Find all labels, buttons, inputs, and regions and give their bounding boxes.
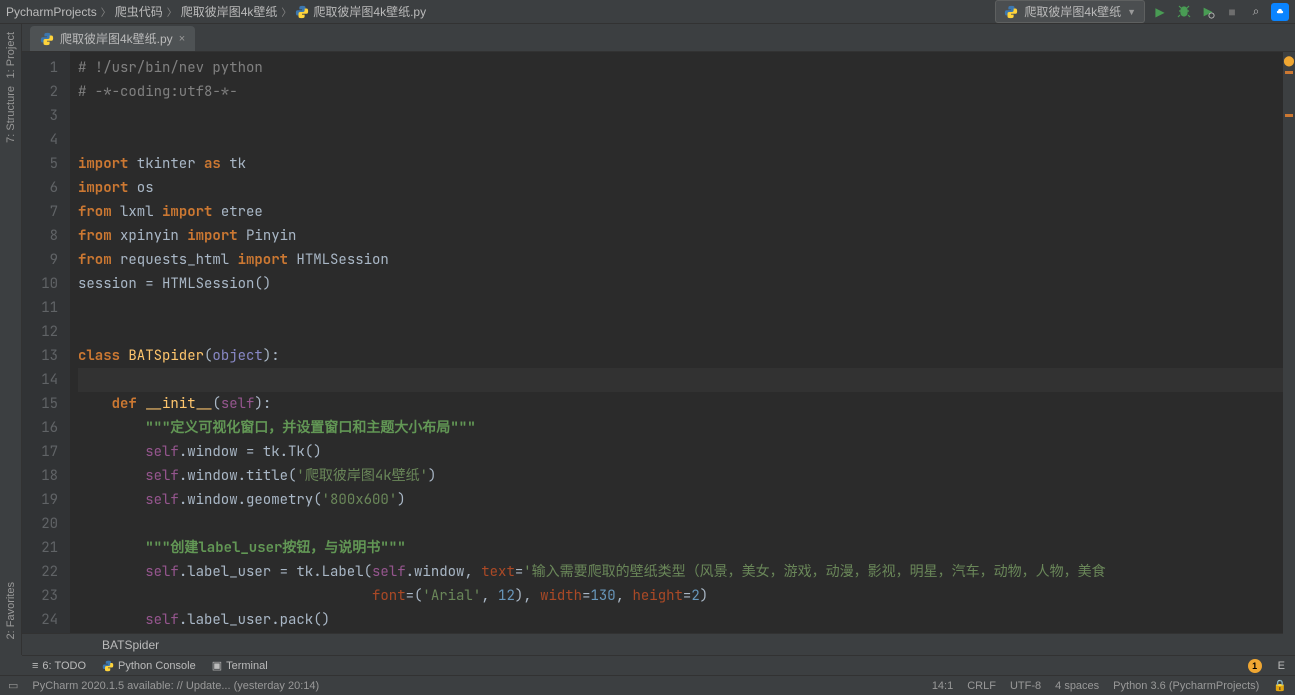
todo-tool-button[interactable]: ≡ 6: TODO	[32, 660, 86, 672]
terminal-icon: ▣	[212, 659, 222, 672]
python-icon	[102, 660, 114, 672]
line-separator[interactable]: CRLF	[967, 680, 996, 692]
left-tool-strip: 1: Project 7: Structure 2: Favorites	[0, 24, 22, 655]
cursor-position[interactable]: 14:1	[932, 680, 953, 692]
list-icon: ≡	[32, 660, 38, 672]
breadcrumb-folder[interactable]: 爬取彼岸图4k壁纸	[181, 3, 278, 20]
code-breadcrumb[interactable]: BATSpider	[22, 633, 1295, 655]
chevron-right-icon: 〉	[281, 4, 291, 19]
run-with-coverage-button[interactable]	[1199, 3, 1217, 21]
indent-info[interactable]: 4 spaces	[1055, 680, 1099, 692]
close-tab-icon[interactable]: ×	[179, 33, 185, 45]
terminal-label: Terminal	[226, 660, 268, 672]
console-label: Python Console	[118, 660, 196, 672]
chevron-down-icon: ▼	[1127, 7, 1136, 17]
breadcrumb-file[interactable]: 爬取彼岸图4k壁纸.py	[313, 3, 426, 20]
tab-label: 爬取彼岸图4k壁纸.py	[60, 30, 173, 47]
run-config-label: 爬取彼岸图4k壁纸	[1024, 3, 1121, 20]
python-icon	[1004, 5, 1018, 19]
code-content[interactable]: # !/usr/bin/nev python# -*-coding:utf8-*…	[70, 52, 1295, 633]
bottom-tool-strip: ≡ 6: TODO Python Console ▣ Terminal 1 E	[22, 655, 1295, 675]
breadcrumb-folder[interactable]: 爬虫代码	[115, 3, 163, 20]
python-interpreter[interactable]: Python 3.6 (PycharmProjects)	[1113, 680, 1259, 692]
inspection-indicator-icon[interactable]: ⬤	[1283, 56, 1294, 67]
python-file-icon	[295, 5, 309, 19]
editor-tab[interactable]: 爬取彼岸图4k壁纸.py ×	[30, 26, 195, 51]
code-editor[interactable]: 123456789101112131415161718192021222324 …	[22, 52, 1295, 633]
file-encoding[interactable]: UTF-8	[1010, 680, 1041, 692]
editor-tabs: 爬取彼岸图4k壁纸.py ×	[0, 24, 1295, 52]
code-breadcrumb-item[interactable]: BATSpider	[102, 638, 159, 652]
status-bar: ▭ PyCharm 2020.1.5 available: // Update.…	[0, 675, 1295, 695]
breadcrumb: PycharmProjects 〉 爬虫代码 〉 爬取彼岸图4k壁纸 〉 爬取彼…	[6, 3, 995, 20]
cloud-sync-icon[interactable]	[1271, 3, 1289, 21]
terminal-tool-button[interactable]: ▣ Terminal	[212, 659, 268, 672]
navigation-bar: PycharmProjects 〉 爬虫代码 〉 爬取彼岸图4k壁纸 〉 爬取彼…	[0, 0, 1295, 24]
event-log-badge[interactable]: 1	[1248, 659, 1262, 673]
breadcrumb-root[interactable]: PycharmProjects	[6, 5, 97, 19]
todo-label: 6: TODO	[42, 660, 86, 672]
toolbar-right: 爬取彼岸图4k壁纸 ▼ ▶ ■ ⌕	[995, 0, 1289, 23]
python-file-icon	[40, 32, 54, 46]
favorites-tool-button[interactable]: 2: Favorites	[5, 582, 17, 639]
stop-button[interactable]: ■	[1223, 3, 1241, 21]
editor-area: 123456789101112131415161718192021222324 …	[22, 52, 1295, 655]
python-console-tool-button[interactable]: Python Console	[102, 660, 196, 672]
chevron-right-icon: 〉	[167, 4, 177, 19]
debug-button[interactable]	[1175, 3, 1193, 21]
search-everywhere-button[interactable]: ⌕	[1247, 3, 1265, 21]
error-stripe: ⬤	[1283, 52, 1295, 655]
status-bar-icon[interactable]: ▭	[8, 679, 18, 692]
warning-mark[interactable]	[1285, 71, 1293, 74]
run-button[interactable]: ▶	[1151, 3, 1169, 21]
project-tool-button[interactable]: 1: Project	[5, 32, 17, 78]
warning-mark[interactable]	[1285, 114, 1293, 117]
status-message[interactable]: PyCharm 2020.1.5 available: // Update...…	[32, 680, 319, 692]
chevron-right-icon: 〉	[101, 4, 111, 19]
lock-icon[interactable]: 🔒	[1273, 679, 1287, 692]
structure-tool-button[interactable]: 7: Structure	[5, 86, 17, 143]
run-config-selector[interactable]: 爬取彼岸图4k壁纸 ▼	[995, 0, 1145, 23]
event-log-button[interactable]: E	[1278, 660, 1285, 672]
line-gutter: 123456789101112131415161718192021222324	[22, 52, 70, 633]
